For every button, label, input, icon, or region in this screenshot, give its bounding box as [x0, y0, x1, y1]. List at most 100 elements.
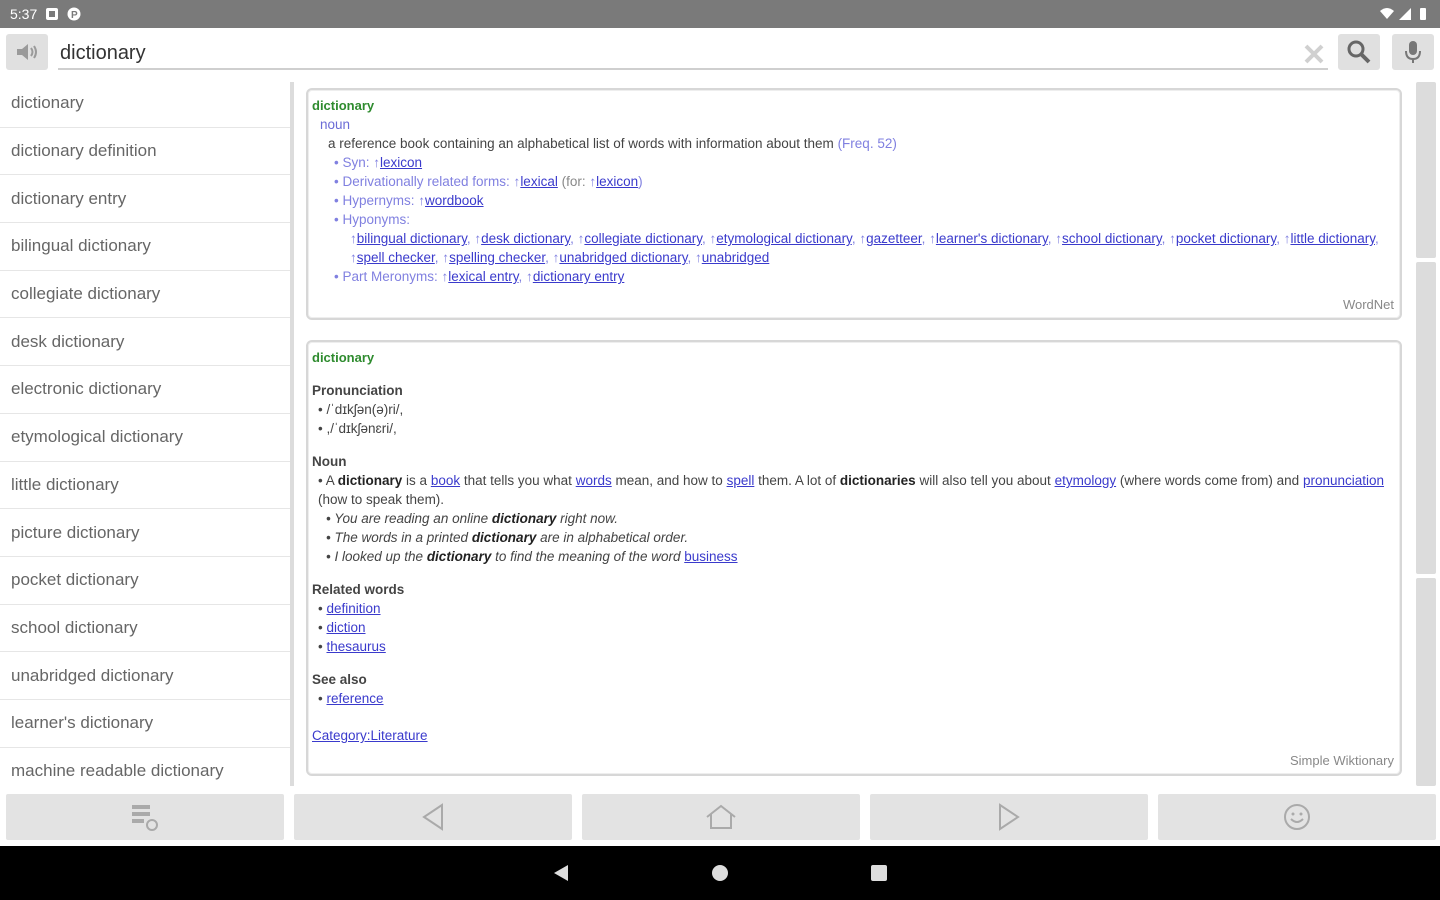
hyponym-link[interactable]: learner's dictionary — [936, 231, 1048, 246]
see-also-link[interactable]: reference — [326, 691, 383, 706]
list-item[interactable]: machine readable dictionary — [0, 748, 290, 786]
smiley-icon — [1284, 804, 1310, 830]
headword: dictionary — [312, 98, 375, 113]
text: • I looked up the — [326, 549, 424, 564]
list-item[interactable]: bilingual dictionary — [0, 223, 290, 271]
list-item[interactable]: picture dictionary — [0, 509, 290, 557]
list-item[interactable]: dictionary — [0, 80, 290, 128]
word-link[interactable]: book — [431, 473, 460, 488]
settings-button[interactable] — [1158, 794, 1436, 840]
list-item[interactable]: etymological dictionary — [0, 414, 290, 462]
pronunciation-item: • /ˈdɪkʃən(ə)ri/, — [318, 402, 404, 417]
hyponym-link[interactable]: collegiate dictionary — [584, 231, 702, 246]
nav-recents-icon[interactable] — [870, 864, 888, 882]
hyponym-link[interactable]: etymological dictionary — [716, 231, 852, 246]
hyponym-link[interactable]: school dictionary — [1062, 231, 1162, 246]
list-item[interactable]: unabridged dictionary — [0, 652, 290, 700]
search-button[interactable] — [1338, 34, 1380, 70]
clear-icon — [1304, 44, 1324, 64]
word-link[interactable]: words — [576, 473, 612, 488]
definition-pane: dictionary noun a reference book contain… — [298, 82, 1410, 786]
list-item[interactable]: school dictionary — [0, 605, 290, 653]
hyper-link[interactable]: wordbook — [425, 193, 484, 208]
bullet: • A — [318, 473, 334, 488]
deriv-label: • Derivationally related forms: — [334, 174, 510, 189]
list-item[interactable]: electronic dictionary — [0, 366, 290, 414]
text: • You are reading an online — [326, 511, 489, 526]
scrollbar[interactable] — [1416, 82, 1436, 786]
related-link[interactable]: definition — [326, 601, 380, 616]
related-link[interactable]: diction — [326, 620, 365, 635]
hyponym-link[interactable]: desk dictionary — [481, 231, 570, 246]
scrollbar-segment[interactable] — [1416, 578, 1436, 786]
hyper-label: • Hypernyms: — [334, 193, 415, 208]
hyponym-link[interactable]: bilingual dictionary — [357, 231, 467, 246]
noun-heading: Noun — [312, 454, 347, 469]
pane-divider[interactable] — [290, 82, 294, 786]
source-label: Simple Wiktionary — [1289, 753, 1394, 768]
list-item[interactable]: dictionary entry — [0, 175, 290, 224]
wifi-icon — [1380, 8, 1394, 19]
text: (where words come from) and — [1119, 473, 1300, 488]
meronym-link[interactable]: dictionary entry — [533, 269, 625, 284]
hyponym-link[interactable]: gazetteer — [866, 231, 922, 246]
related-link[interactable]: thesaurus — [326, 639, 385, 654]
battery-icon — [1420, 8, 1426, 20]
frequency-label: (Freq. 52) — [837, 136, 897, 151]
word-link[interactable]: business — [684, 549, 737, 564]
search-icon — [1347, 40, 1371, 64]
voice-search-button[interactable] — [1392, 34, 1434, 70]
search-bar — [0, 28, 1440, 80]
list-item[interactable]: collegiate dictionary — [0, 271, 290, 319]
triangle-right-icon — [999, 803, 1020, 831]
example-sentence: • I looked up the dictionary to find the… — [312, 547, 1394, 566]
back-button[interactable] — [294, 794, 572, 840]
hyponym-link[interactable]: unabridged dictionary — [559, 250, 687, 265]
home-button[interactable] — [582, 794, 860, 840]
list-item[interactable]: desk dictionary — [0, 318, 290, 367]
word-link[interactable]: etymology — [1055, 473, 1117, 488]
triangle-left-icon — [422, 803, 443, 831]
meronym-link[interactable]: lexical entry — [448, 269, 518, 284]
svg-text:P: P — [71, 10, 78, 21]
search-input[interactable] — [58, 38, 1328, 70]
deriv-close: ) — [638, 174, 643, 189]
hyponym-link[interactable]: pocket dictionary — [1176, 231, 1276, 246]
word-link[interactable]: spell — [727, 473, 755, 488]
text: will also tell you about — [919, 473, 1051, 488]
bold-word: dictionaries — [839, 473, 916, 488]
hyponym-link[interactable]: spell checker — [357, 250, 435, 265]
word-link[interactable]: pronunciation — [1303, 473, 1384, 488]
list-item[interactable]: pocket dictionary — [0, 557, 290, 605]
hypo-label: • Hyponyms: — [334, 212, 410, 227]
bottom-toolbar — [0, 794, 1440, 840]
part-of-speech: noun — [320, 117, 351, 132]
list-item[interactable]: learner's dictionary — [0, 700, 290, 748]
deriv-for-link[interactable]: lexicon — [596, 174, 638, 189]
list-item[interactable]: little dictionary — [0, 462, 290, 510]
forward-button[interactable] — [870, 794, 1148, 840]
deriv-link[interactable]: lexical — [520, 174, 558, 189]
definition-text: a reference book containing an alphabeti… — [328, 136, 834, 151]
hyponym-link[interactable]: spelling checker — [449, 250, 545, 265]
bold-word: dictionary — [471, 530, 537, 545]
text: right now. — [560, 511, 618, 526]
history-button[interactable] — [6, 794, 284, 840]
clear-search-button[interactable] — [1300, 40, 1328, 68]
microphone-icon — [1405, 41, 1421, 63]
suggestion-list: dictionary dictionary definition diction… — [0, 80, 290, 786]
scrollbar-thumb[interactable] — [1416, 262, 1436, 574]
example-sentence: • You are reading an online dictionary r… — [312, 509, 1394, 528]
hyponym-link[interactable]: little dictionary — [1290, 231, 1375, 246]
hyponym-link[interactable]: unabridged — [702, 250, 770, 265]
syn-link[interactable]: lexicon — [380, 155, 422, 170]
nav-back-icon[interactable] — [552, 863, 570, 883]
scrollbar-segment[interactable] — [1416, 82, 1436, 258]
category-link[interactable]: Category:Literature — [312, 728, 428, 743]
notification-icon — [46, 8, 59, 20]
hyponym-list: ↑bilingual dictionary, ↑desk dictionary,… — [350, 231, 1379, 265]
speak-button[interactable] — [6, 34, 48, 70]
syn-label: • Syn: — [334, 155, 370, 170]
list-item[interactable]: dictionary definition — [0, 128, 290, 176]
nav-home-icon[interactable] — [710, 863, 730, 883]
